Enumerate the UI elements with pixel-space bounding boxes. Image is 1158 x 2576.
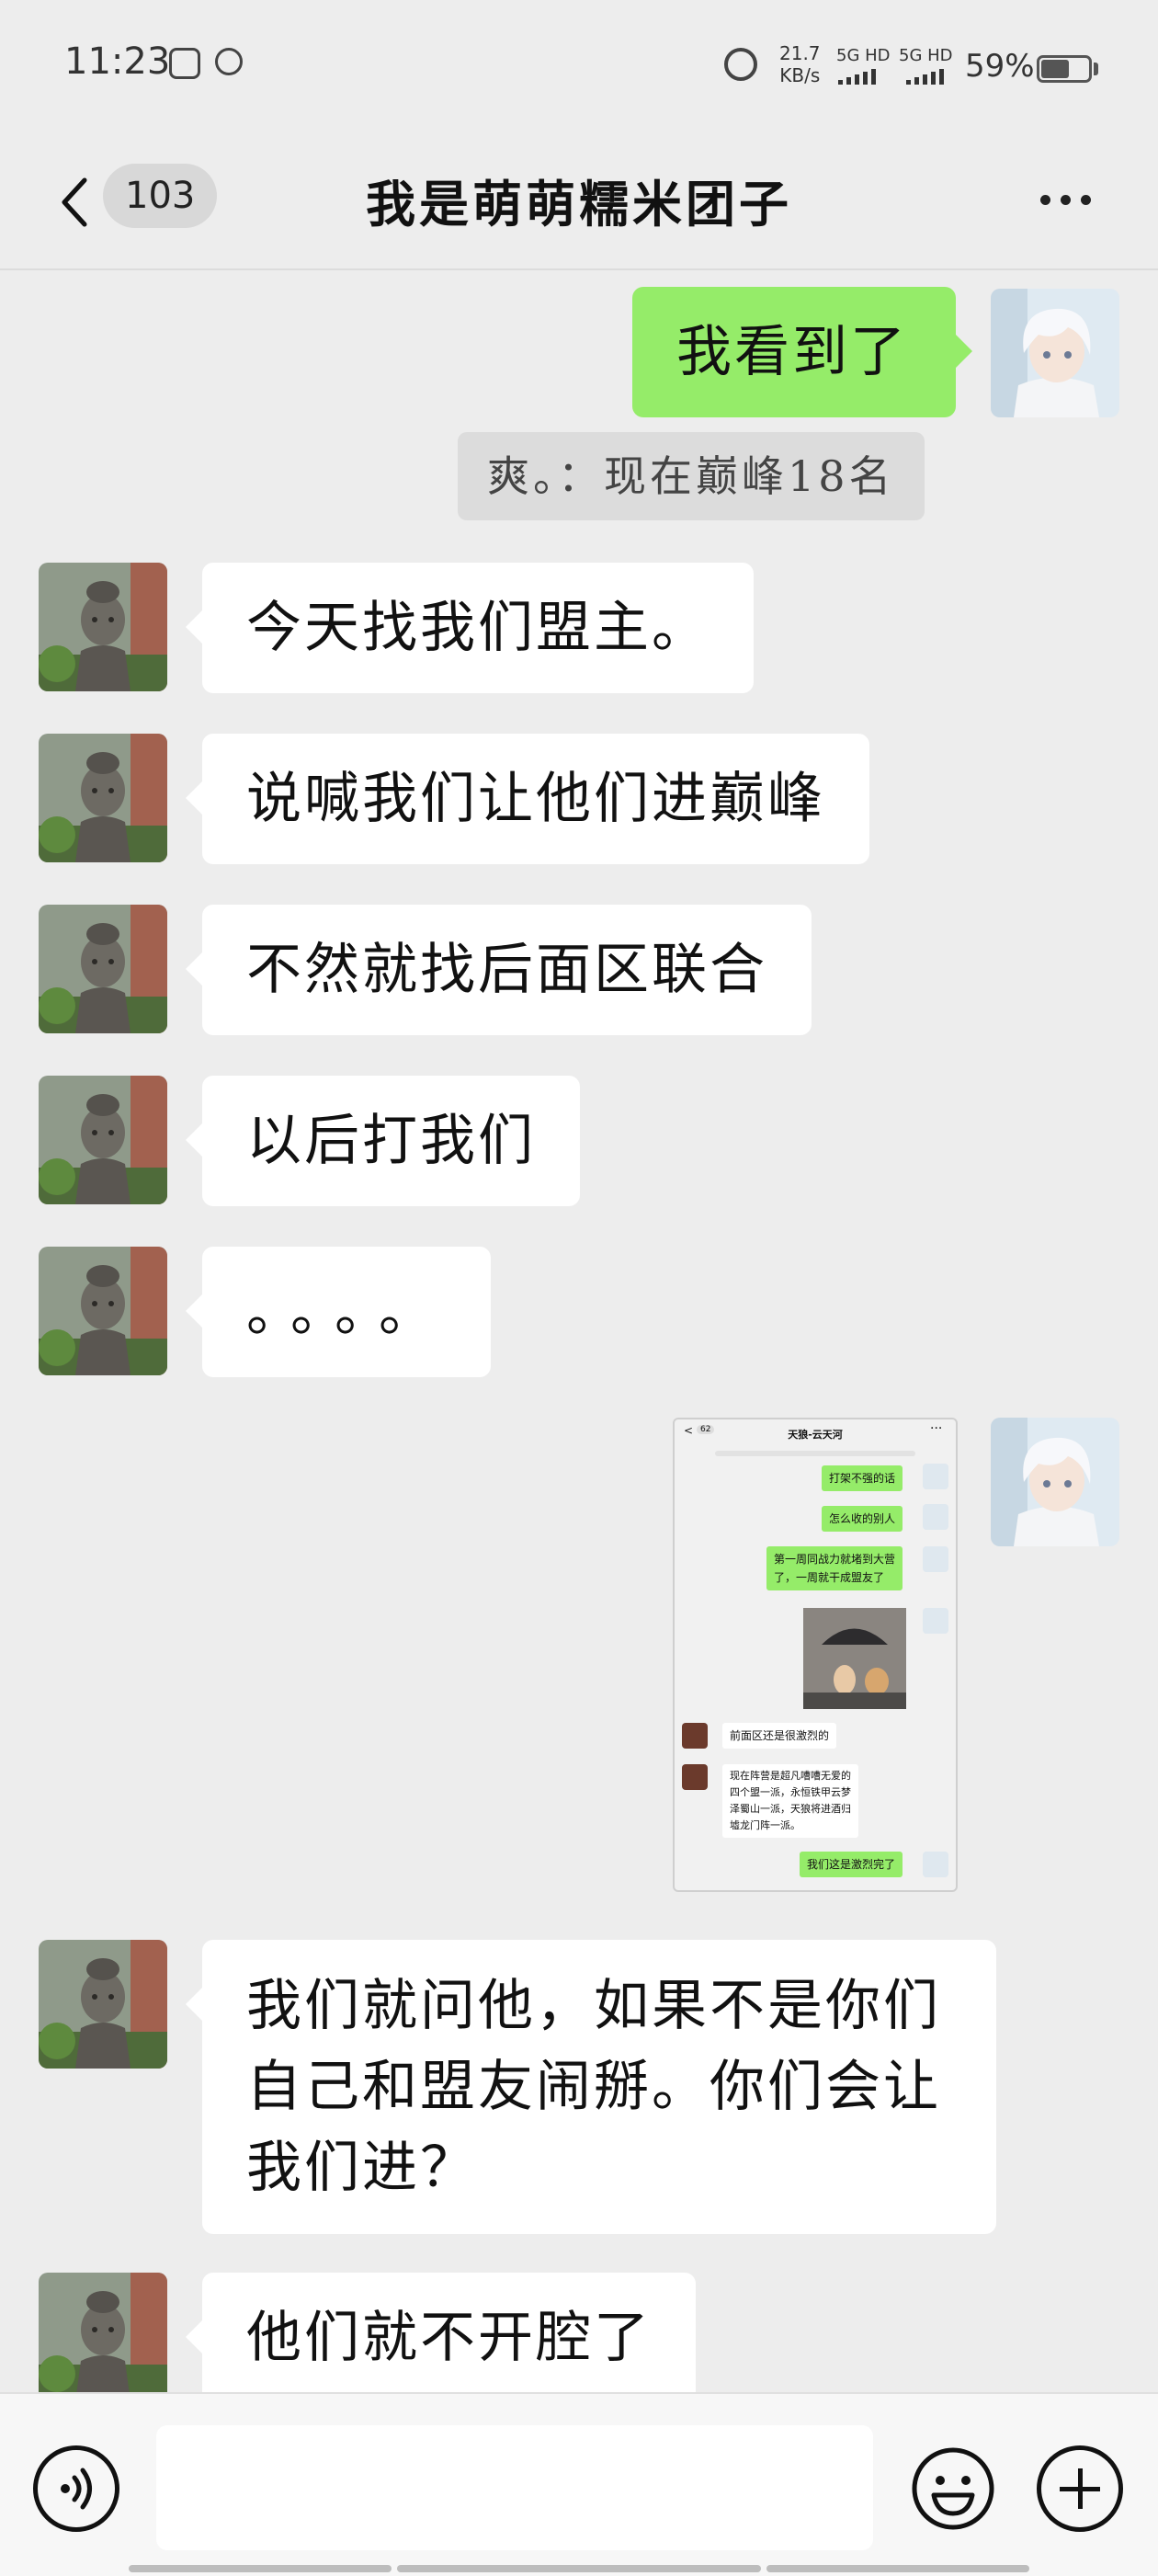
hotspot-icon — [215, 48, 243, 75]
message-bubble[interactable]: 今天找我们盟主。 — [186, 563, 754, 693]
contact-avatar[interactable] — [39, 734, 167, 862]
status-bar: 11:23 21.7 KB/s 5G HD 5G HD 59% — [0, 0, 1158, 138]
contact-avatar[interactable] — [39, 1247, 167, 1375]
battery-percent: 59% — [965, 48, 1035, 85]
message-bubble[interactable]: 他们就不开腔了 — [186, 2273, 696, 2392]
contact-avatar[interactable] — [39, 905, 167, 1033]
emoji-icon[interactable] — [910, 2445, 996, 2532]
screenshot-avatar — [923, 1464, 948, 1489]
message-bubble[interactable]: 说喊我们让他们进巅峰 — [186, 734, 869, 864]
my-avatar[interactable] — [991, 289, 1119, 417]
battery-fill — [1041, 60, 1069, 78]
contact-avatar[interactable] — [39, 1076, 167, 1204]
more-icon: ··· — [930, 1421, 943, 1436]
screenshot-message: 前面区还是很激烈的 — [722, 1723, 837, 1749]
screenshot-divider — [715, 1451, 915, 1456]
screenshot-avatar — [923, 1546, 948, 1572]
message-bubble[interactable]: 。。。。 — [186, 1247, 491, 1377]
sim1-signal-icon — [838, 68, 876, 85]
contact-avatar[interactable] — [39, 563, 167, 691]
sim2-label: 5G HD — [899, 46, 953, 65]
contact-avatar[interactable] — [39, 2273, 167, 2392]
status-time: 11:23 — [64, 40, 171, 83]
net-speed: 21.7 KB/s — [779, 42, 821, 86]
alarm-icon — [724, 48, 757, 81]
screenshot-title: 天狼-云天河 — [788, 1429, 843, 1441]
screenshot-avatar — [923, 1608, 948, 1634]
message-list[interactable]: 我看到了 爽。：现在巅峰18名 今天找我们盟主。 说喊我们让他们进巅峰 不然就找… — [0, 268, 1158, 2392]
gesture-bar — [766, 2565, 1029, 2572]
more-icon[interactable] — [1029, 173, 1103, 228]
screenshot-message: 我们这是激烈完了 — [799, 1852, 903, 1877]
input-bar — [0, 2392, 1158, 2576]
net-speed-value: 21.7 — [779, 42, 821, 64]
screenshot-avatar — [682, 1764, 708, 1790]
gesture-bar — [397, 2565, 761, 2572]
screenshot-message: 怎么收的别人 — [821, 1506, 903, 1532]
gesture-bar — [129, 2565, 392, 2572]
screenshot-avatar — [923, 1852, 948, 1877]
screenshot-message: 打架不强的话 — [821, 1465, 903, 1491]
contact-avatar[interactable] — [39, 1940, 167, 2069]
screenshot-message: 现在阵营是超凡嘈嘈无爱的 四个盟一派，永恒铁甲云梦 泽蜀山一派，天狼将进酒归 墟… — [722, 1764, 858, 1838]
screenshot-photo — [803, 1608, 906, 1709]
message-bubble[interactable]: 以后打我们 — [186, 1076, 580, 1206]
message-bubble[interactable]: 我们就问他，如果不是你们自己和盟友闹掰。你们会让我们进？ — [186, 1940, 996, 2234]
quoted-message[interactable]: 爽。：现在巅峰18名 — [458, 432, 925, 520]
sim1-label: 5G HD — [836, 46, 891, 65]
notification-icon — [169, 48, 200, 79]
chat-header: 103 我是萌萌糯米团子 — [0, 138, 1158, 270]
message-bubble[interactable]: 我看到了 — [632, 287, 972, 417]
battery-tip — [1094, 63, 1098, 75]
screenshot-message: 第一周同战力就堵到大营 了，一周就干成盟友了 — [766, 1546, 903, 1590]
unread-count-badge[interactable]: 103 — [103, 164, 218, 228]
sim2-signal-icon — [906, 68, 944, 85]
shared-screenshot-image[interactable]: < 62 天狼-云天河 ··· 打架不强的话 怎么收的别人 第一周同战力就堵到大… — [673, 1418, 958, 1892]
battery-icon — [1037, 55, 1092, 83]
message-bubble[interactable]: 不然就找后面区联合 — [186, 905, 812, 1035]
my-avatar[interactable] — [991, 1418, 1119, 1546]
plus-icon[interactable] — [1037, 2445, 1123, 2532]
screenshot-avatar — [923, 1504, 948, 1530]
message-input[interactable] — [156, 2425, 873, 2550]
net-speed-unit: KB/s — [779, 64, 821, 86]
screenshot-avatar — [682, 1723, 708, 1749]
voice-icon[interactable] — [33, 2445, 119, 2532]
